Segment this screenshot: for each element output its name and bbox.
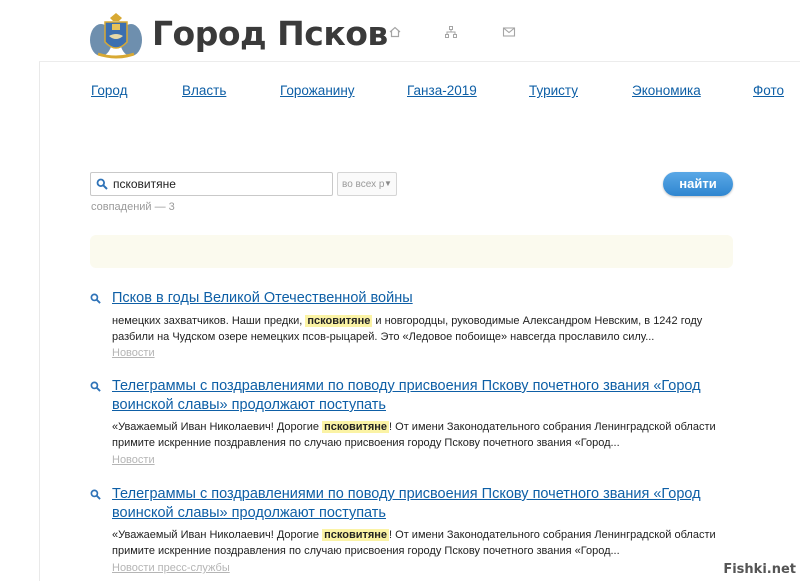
search-scope-value: во всех р <box>342 179 385 190</box>
result-category-link[interactable]: Новости <box>112 347 155 359</box>
snippet-text: «Уважаемый Иван Николаевич! Дорогие <box>112 529 323 541</box>
snippet-highlight: псковитяне <box>322 529 390 541</box>
result-snippet: немецких захватчиков. Наши предки, псков… <box>112 313 732 345</box>
nav-item-gorod[interactable]: Город <box>91 83 128 98</box>
result-title-link[interactable]: Псков в годы Великой Отечественной войны <box>112 289 732 308</box>
result-category-link[interactable]: Новости <box>112 454 155 466</box>
content-left-border <box>39 62 40 581</box>
snippet-text: немецких захватчиков. Наши предки, <box>112 315 306 327</box>
dropdown-arrow-icon: ▼ <box>384 179 392 188</box>
header-divider <box>39 61 800 62</box>
result-snippet: «Уважаемый Иван Николаевич! Дорогие пско… <box>112 527 732 559</box>
nav-item-ekonomika[interactable]: Экономика <box>632 83 701 98</box>
site-title[interactable]: Город Псков <box>152 14 388 53</box>
nav-item-foto[interactable]: Фото <box>753 83 784 98</box>
search-input[interactable]: псковитяне <box>90 172 333 196</box>
search-icon <box>90 489 101 500</box>
sitemap-icon[interactable] <box>444 25 458 39</box>
result-snippet: «Уважаемый Иван Николаевич! Дорогие пско… <box>112 419 732 451</box>
matches-count: совпадений — 3 <box>91 201 175 213</box>
snippet-highlight: псковитяне <box>322 421 390 433</box>
result-title-link[interactable]: Телеграммы с поздравлениями по поводу пр… <box>112 377 732 415</box>
snippet-text: «Уважаемый Иван Николаевич! Дорогие <box>112 421 323 433</box>
nav-item-turistu[interactable]: Туристу <box>529 83 578 98</box>
watermark: Fishki.net <box>723 562 796 577</box>
search-query-value: псковитяне <box>113 177 176 191</box>
result-title-link[interactable]: Телеграммы с поздравлениями по поводу пр… <box>112 485 732 523</box>
pskov-emblem-logo[interactable] <box>88 10 144 60</box>
mail-icon[interactable] <box>502 25 516 39</box>
nav-item-gorozhaninu[interactable]: Горожанину <box>280 83 355 98</box>
site-header: Город Псков <box>0 0 800 62</box>
nav-item-vlast[interactable]: Власть <box>182 83 226 98</box>
find-button[interactable]: найти <box>663 172 733 196</box>
snippet-highlight: псковитяне <box>305 315 373 327</box>
search-icon <box>90 293 101 304</box>
result-category-link[interactable]: Новости пресс-службы <box>112 562 230 574</box>
search-icon <box>96 178 108 190</box>
search-scope-select[interactable]: во всех р ▼ <box>337 172 397 196</box>
search-icon <box>90 381 101 392</box>
home-icon[interactable] <box>388 25 402 39</box>
notice-band <box>90 235 733 268</box>
nav-item-ganza-2019[interactable]: Ганза-2019 <box>407 83 477 98</box>
